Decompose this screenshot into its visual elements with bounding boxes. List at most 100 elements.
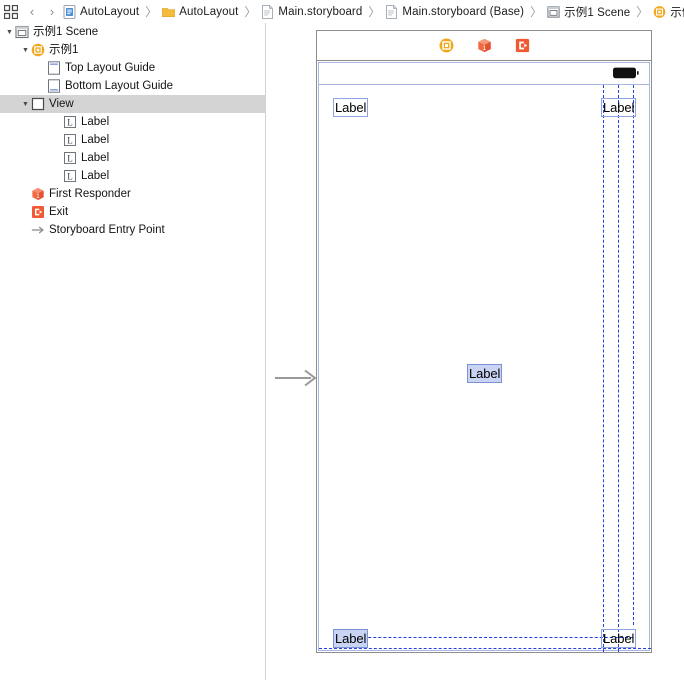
outline-row-scene[interactable]: ▼ 示例1 Scene <box>0 23 265 41</box>
breadcrumb-separator: 〉 <box>636 5 649 19</box>
disclosure-spacer: ▼ <box>36 59 47 77</box>
breadcrumb-separator: 〉 <box>145 5 158 19</box>
label-center[interactable]: Label <box>467 364 503 383</box>
storyboard-file-icon <box>386 4 398 19</box>
exit-icon[interactable] <box>515 38 530 53</box>
constraint-guide-horizontal-bottom <box>319 648 651 649</box>
disclosure-spacer: ▼ <box>52 113 63 131</box>
view-controller-icon[interactable] <box>439 38 454 53</box>
constraint-guide-horizontal-labels <box>333 637 633 638</box>
outline-row-view-controller[interactable]: ▼ 示例1 <box>0 41 265 59</box>
view-controller-icon <box>653 5 666 18</box>
breadcrumb-label: 示例1 <box>670 6 684 19</box>
label-bottom-left[interactable]: Label <box>333 629 369 648</box>
outline-row-label: 示例1 <box>49 44 79 56</box>
label-top-right[interactable]: Label <box>601 98 637 117</box>
disclosure-spacer: ▼ <box>20 203 31 221</box>
outline-row-label-4[interactable]: ▼ L Label <box>0 167 265 185</box>
disclosure-spacer: ▼ <box>36 77 47 95</box>
outline-row-storyboard-entry-point[interactable]: ▼ Storyboard Entry Point <box>0 221 265 239</box>
label-top-left[interactable]: Label <box>333 98 369 117</box>
battery-icon <box>613 67 639 79</box>
top-layout-guide-icon <box>48 61 60 75</box>
outline-row-first-responder[interactable]: ▼ 1 First Responder <box>0 185 265 203</box>
outline-row-view[interactable]: ▼ View <box>0 95 265 113</box>
breadcrumb-item-folder[interactable]: AutoLayout <box>161 0 239 23</box>
outline-row-label: Label <box>81 116 110 128</box>
storyboard-canvas[interactable]: 1 Label Label Label Label Label <box>266 23 684 680</box>
view-icon <box>31 97 45 111</box>
label-bottom-right[interactable]: Label <box>601 629 637 648</box>
outline-row-label: Bottom Layout Guide <box>65 80 174 92</box>
breadcrumb-separator: 〉 <box>244 5 257 19</box>
exit-icon <box>32 206 44 218</box>
outline-row-label: Label <box>81 152 110 164</box>
outline-row-label-3[interactable]: ▼ L Label <box>0 149 265 167</box>
breadcrumb-label: Main.storyboard <box>278 5 363 18</box>
document-outline[interactable]: ▼ 示例1 Scene ▼ 示例1 ▼ Top <box>0 23 266 680</box>
scene-container[interactable]: 1 Label Label Label Label Label <box>316 30 652 653</box>
forward-button[interactable]: › <box>42 0 62 23</box>
breadcrumb-item-scene[interactable]: 示例1 Scene <box>546 0 631 23</box>
label-icon: L <box>64 134 76 146</box>
outline-row-label: Exit <box>49 206 69 218</box>
label-icon: L <box>64 152 76 164</box>
svg-text:L: L <box>67 117 73 127</box>
scene-icon <box>547 5 560 18</box>
breadcrumb-item-view-controller[interactable]: 示例1 <box>652 0 684 23</box>
device-screen[interactable]: Label Label Label Label Label <box>318 62 651 652</box>
root-view[interactable]: Label Label Label Label Label <box>319 84 651 652</box>
breadcrumb-label: AutoLayout <box>80 5 140 18</box>
outline-row-label: Top Layout Guide <box>65 62 156 74</box>
grid-icon[interactable] <box>0 0 22 23</box>
scene-dock[interactable]: 1 <box>317 31 651 61</box>
disclosure-triangle-icon[interactable]: ▼ <box>4 23 15 41</box>
disclosure-spacer: ▼ <box>20 221 31 239</box>
bottom-layout-guide-icon <box>48 79 60 93</box>
disclosure-spacer: ▼ <box>52 131 63 149</box>
svg-text:L: L <box>67 171 73 181</box>
outline-row-label-2[interactable]: ▼ L Label <box>0 131 265 149</box>
label-icon: L <box>64 170 76 182</box>
svg-text:L: L <box>67 135 73 145</box>
svg-text:L: L <box>67 153 73 163</box>
breadcrumb-item-storyboard[interactable]: Main.storyboard <box>260 0 363 23</box>
status-bar <box>319 63 649 84</box>
scene-icon <box>15 25 29 39</box>
disclosure-spacer: ▼ <box>52 167 63 185</box>
breadcrumb-label: Main.storyboard (Base) <box>402 5 525 18</box>
outline-row-top-layout-guide[interactable]: ▼ Top Layout Guide <box>0 59 265 77</box>
svg-text:1: 1 <box>482 45 486 52</box>
outline-row-label: Label <box>81 134 110 146</box>
xcode-interface-builder-window: ‹ › AutoLayout 〉 AutoLayout 〉 Main.story… <box>0 0 684 680</box>
storyboard-file-icon <box>262 4 274 19</box>
disclosure-triangle-icon[interactable]: ▼ <box>20 41 31 59</box>
outline-row-exit[interactable]: ▼ Exit <box>0 203 265 221</box>
disclosure-triangle-icon[interactable]: ▼ <box>20 95 31 113</box>
breadcrumb-separator: 〉 <box>530 5 543 19</box>
constraint-guide-vertical-2 <box>618 85 619 652</box>
constraint-guide-vertical-1 <box>603 85 604 652</box>
entry-point-arrow-icon <box>31 226 44 234</box>
disclosure-spacer: ▼ <box>20 185 31 203</box>
back-button[interactable]: ‹ <box>22 0 42 23</box>
entry-point-arrow-icon <box>275 369 317 387</box>
outline-row-label-1[interactable]: ▼ L Label <box>0 113 265 131</box>
first-responder-icon[interactable]: 1 <box>477 38 492 53</box>
breadcrumb-item-project[interactable]: AutoLayout <box>62 0 140 23</box>
breadcrumb-item-storyboard-base[interactable]: Main.storyboard (Base) <box>384 0 525 23</box>
breadcrumb-label: AutoLayout <box>179 5 239 18</box>
breadcrumb-separator: 〉 <box>368 5 381 19</box>
breadcrumb-label: 示例1 Scene <box>564 6 631 19</box>
outline-row-label: 示例1 Scene <box>33 26 99 38</box>
disclosure-spacer: ▼ <box>52 149 63 167</box>
outline-row-label: View <box>49 98 74 110</box>
project-document-icon <box>63 4 76 19</box>
outline-row-label: First Responder <box>49 188 131 200</box>
first-responder-icon: 1 <box>32 188 44 200</box>
outline-row-label: Label <box>81 170 110 182</box>
view-controller-icon <box>31 43 45 57</box>
jump-bar: ‹ › AutoLayout 〉 AutoLayout 〉 Main.story… <box>0 0 684 24</box>
folder-icon <box>162 7 176 17</box>
outline-row-bottom-layout-guide[interactable]: ▼ Bottom Layout Guide <box>0 77 265 95</box>
